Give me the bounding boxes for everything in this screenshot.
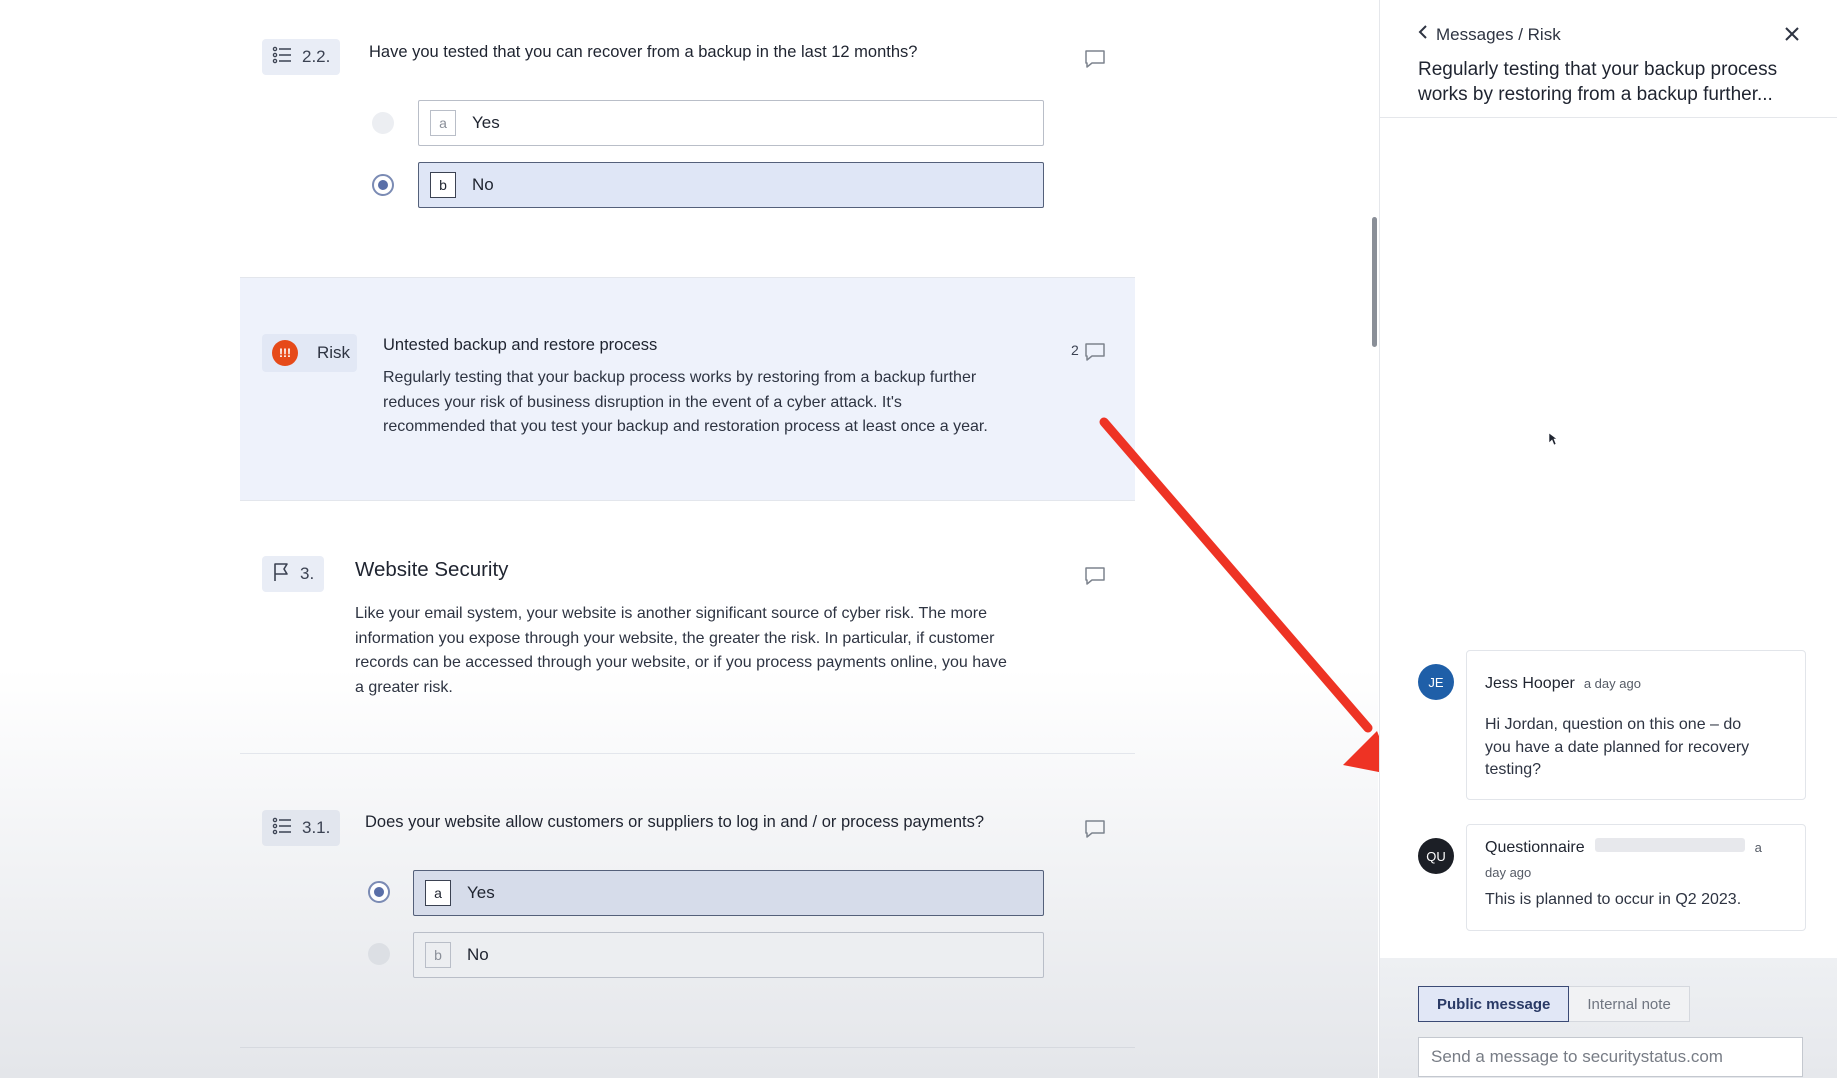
- risk-description: Regularly testing that your backup proce…: [383, 366, 988, 440]
- message-time: a: [1754, 840, 1762, 855]
- answer-option-yes[interactable]: a Yes: [413, 870, 1044, 916]
- breadcrumb[interactable]: Messages / Risk: [1418, 24, 1561, 45]
- question-text: Does your website allow customers or sup…: [365, 813, 985, 831]
- answer-option-yes[interactable]: a Yes: [418, 100, 1044, 146]
- panel-title-line: Regularly testing that your backup proce…: [1418, 59, 1778, 80]
- message-card: Jess Hooper a day ago Hi Jordan, questio…: [1466, 650, 1806, 800]
- radio-option-a[interactable]: [372, 112, 394, 134]
- message-line: Hi Jordan, question on this one – do: [1485, 716, 1742, 733]
- option-key: b: [430, 172, 456, 198]
- divider: [240, 753, 1135, 754]
- risk-badge: !!! Risk: [262, 334, 357, 372]
- question-text: Have you tested that you can recover fro…: [369, 43, 918, 61]
- flag-icon: [272, 562, 290, 587]
- section-line: information you expose through your webs…: [355, 629, 995, 647]
- option-label: Yes: [467, 883, 495, 902]
- risk-label: Risk: [317, 343, 351, 362]
- close-icon[interactable]: [1784, 26, 1800, 47]
- messages-panel: Messages / Risk Regularly testing that y…: [1379, 0, 1837, 1078]
- option-label: Yes: [472, 113, 500, 132]
- section-title: Website Security: [355, 558, 509, 581]
- annotation-arrow: [1099, 417, 1394, 775]
- risk-title: Untested backup and restore process: [383, 336, 658, 354]
- answer-option-no[interactable]: b No: [418, 162, 1044, 208]
- divider: [1380, 117, 1837, 118]
- message-author: Questionnaire: [1485, 839, 1585, 856]
- option-key: b: [425, 942, 451, 968]
- section-line: a greater risk.: [355, 678, 453, 696]
- radio-option-b[interactable]: [368, 943, 390, 965]
- message-line: This is planned to occur in Q2 2023.: [1485, 891, 1742, 908]
- question-number-badge: 3.1.: [262, 810, 341, 846]
- message-time-cont: day ago: [1485, 865, 1532, 880]
- radio-option-b[interactable]: [372, 174, 394, 196]
- divider: [240, 1047, 1135, 1048]
- option-label: No: [472, 175, 494, 194]
- risk-alert-icon: !!!: [272, 340, 298, 366]
- question-number-badge: 2.2.: [262, 39, 341, 75]
- redacted-email: [1594, 838, 1745, 852]
- comment-icon[interactable]: [1084, 342, 1106, 362]
- option-label: No: [467, 945, 489, 964]
- risk-line: reduces your risk of business disruption…: [383, 393, 902, 411]
- scrollbar-thumb[interactable]: [1372, 217, 1377, 347]
- comment-icon[interactable]: [1084, 819, 1106, 839]
- comment-icon[interactable]: [1084, 49, 1106, 69]
- option-key: a: [430, 110, 456, 136]
- message-text: Hi Jordan, question on this one – do you…: [1485, 714, 1749, 782]
- avatar: QU: [1418, 838, 1454, 874]
- avatar: JE: [1418, 664, 1454, 700]
- list-icon: [272, 817, 292, 840]
- answer-option-no[interactable]: b No: [413, 932, 1044, 978]
- divider: [240, 277, 1135, 278]
- chevron-left-icon[interactable]: [1418, 24, 1428, 45]
- breadcrumb-text[interactable]: Messages / Risk: [1436, 25, 1561, 45]
- risk-line: recommended that you test your backup an…: [383, 418, 988, 435]
- section-line: records can be accessed through your web…: [355, 654, 1007, 671]
- tab-internal-note[interactable]: Internal note: [1569, 986, 1690, 1022]
- message-line: testing?: [1485, 761, 1542, 778]
- message-text: This is planned to occur in Q2 2023.: [1485, 889, 1741, 912]
- section-number: 3.: [300, 564, 315, 583]
- section-description: Like your email system, your website is …: [355, 602, 1007, 700]
- cursor-icon: [1548, 432, 1558, 451]
- question-number: 3.1.: [302, 818, 331, 837]
- tab-public-message[interactable]: Public message: [1418, 986, 1570, 1022]
- message-card: Questionnaire a day ago This is planned …: [1466, 824, 1806, 931]
- comment-count: 2: [1071, 342, 1079, 358]
- panel-title-line: works by restoring from a backup further…: [1418, 83, 1773, 105]
- panel-title: Regularly testing that your backup proce…: [1418, 58, 1810, 107]
- question-number: 2.2.: [302, 47, 331, 66]
- section-line: Like your email system, your website is …: [355, 605, 987, 622]
- option-key: a: [425, 880, 451, 906]
- list-icon: [272, 46, 292, 69]
- message-time: a day ago: [1583, 676, 1641, 691]
- divider: [240, 500, 1135, 501]
- risk-line: Regularly testing that your backup proce…: [383, 369, 977, 386]
- message-line: you have a date planned for recovery: [1485, 738, 1750, 756]
- message-input[interactable]: [1418, 1037, 1803, 1077]
- message-type-tabs: Public message Internal note: [1418, 986, 1690, 1022]
- radio-option-a[interactable]: [368, 881, 390, 903]
- section-number-badge: 3.: [262, 556, 325, 592]
- message-author: Jess Hooper: [1485, 675, 1575, 692]
